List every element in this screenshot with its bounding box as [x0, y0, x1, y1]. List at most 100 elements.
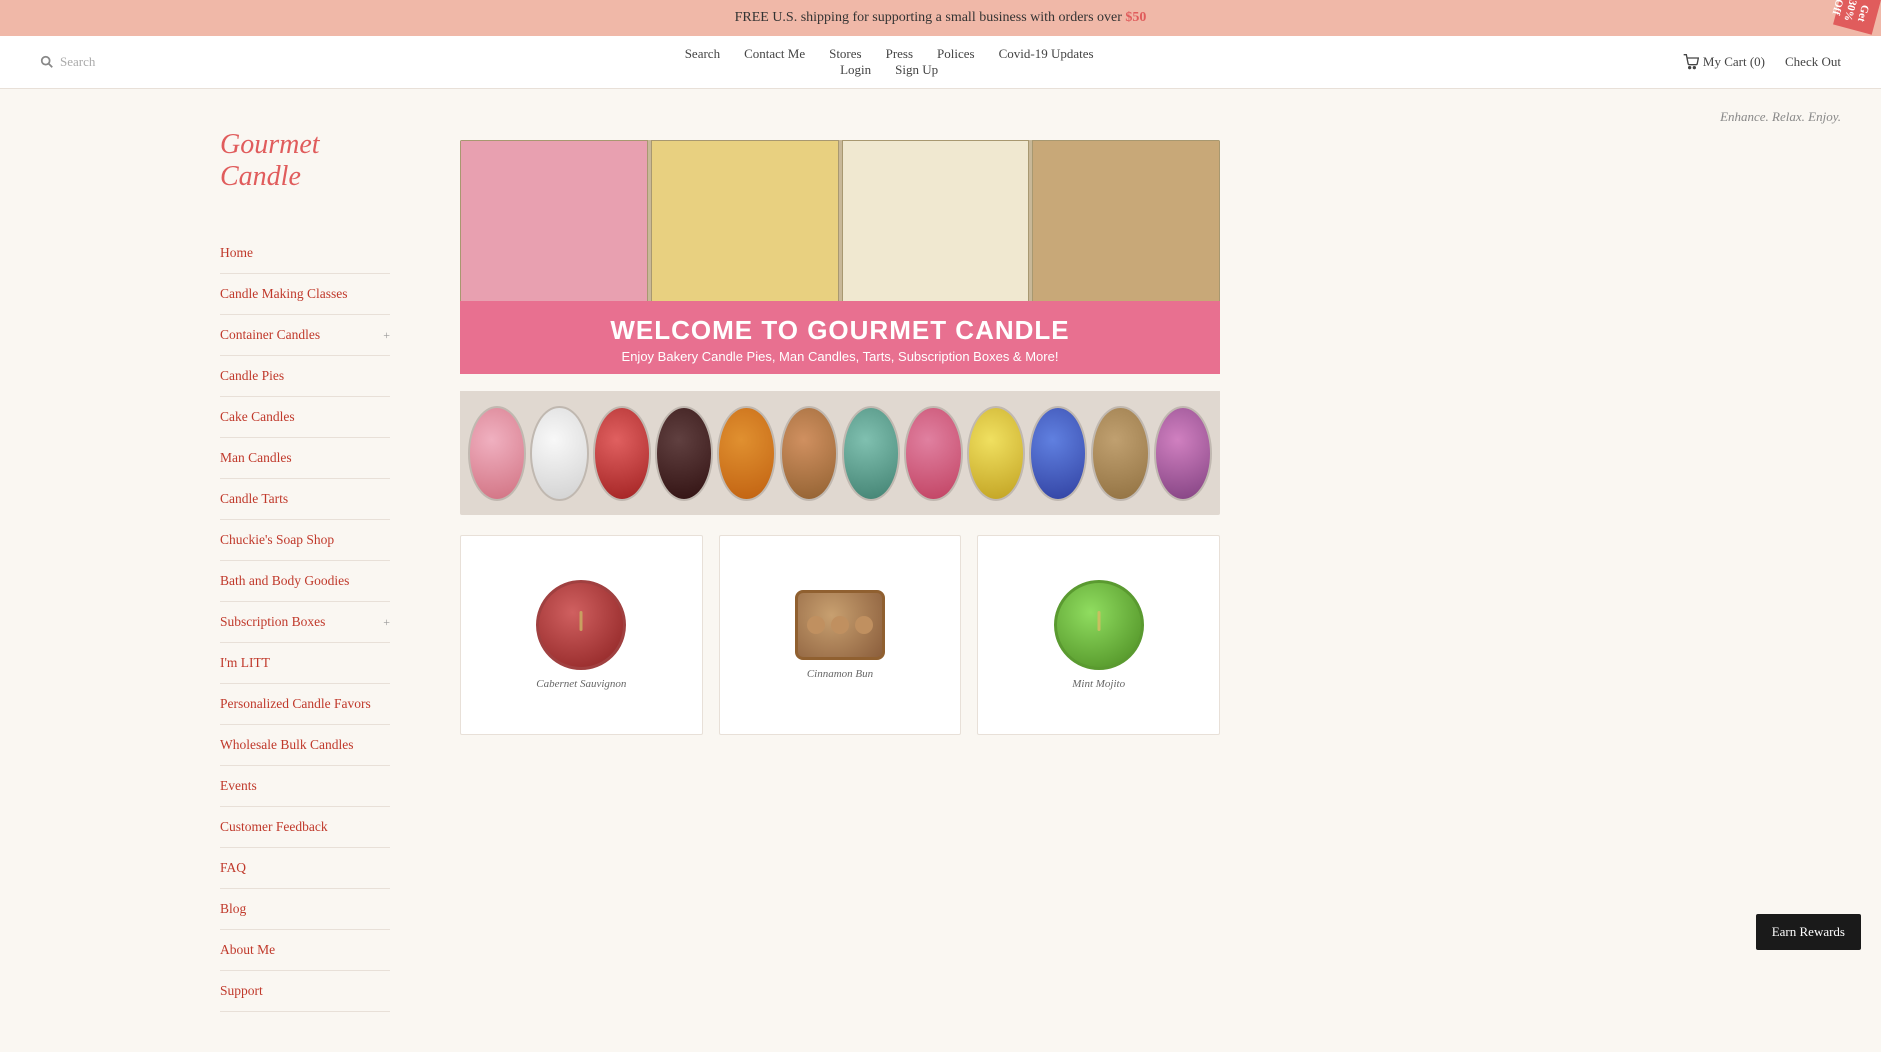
tagline: Enhance. Relax. Enjoy.	[1720, 109, 1841, 125]
sidebar-item-man-candles[interactable]: Man Candles	[220, 438, 390, 479]
sidebar-link-wholesale-bulk[interactable]: Wholesale Bulk Candles	[220, 737, 353, 753]
product-image-cinnamon: Cinnamon Bun	[720, 536, 961, 734]
cart-button[interactable]: My Cart (0)	[1683, 54, 1765, 70]
search-icon	[40, 55, 54, 69]
sidebar-link-events[interactable]: Events	[220, 778, 257, 794]
tin-4	[655, 406, 713, 501]
search-placeholder: Search	[60, 54, 95, 70]
sidebar-link-subscription-boxes[interactable]: Subscription Boxes	[220, 614, 325, 630]
sidebar-link-man-candles[interactable]: Man Candles	[220, 450, 292, 466]
sidebar-link-candle-tarts[interactable]: Candle Tarts	[220, 491, 288, 507]
sidebar: Gourmet Candle Home Candle Making Classe…	[0, 89, 430, 1052]
sidebar-item-candle-making-classes[interactable]: Candle Making Classes	[220, 274, 390, 315]
tin-10	[1029, 406, 1087, 501]
sidebar-item-im-litt[interactable]: I'm LITT	[220, 643, 390, 684]
search-bar[interactable]: Search	[40, 54, 95, 70]
sidebar-link-customer-feedback[interactable]: Customer Feedback	[220, 819, 328, 835]
banner-top-images	[460, 140, 1220, 320]
header-left: Search	[40, 54, 95, 70]
sidebar-item-bath-body[interactable]: Bath and Body Goodies	[220, 561, 390, 602]
tin-3	[593, 406, 651, 501]
tin-11	[1091, 406, 1149, 501]
sidebar-link-candle-making-classes[interactable]: Candle Making Classes	[220, 286, 348, 302]
product-card-mint[interactable]: Mint Mojito	[977, 535, 1220, 735]
header-nav: Search Contact Me Stores Press Polices C…	[685, 46, 1094, 78]
product-image-cabernet: Cabernet Sauvignon	[461, 536, 702, 734]
product-name-mint: Mint Mojito	[1072, 678, 1125, 690]
banner-cell-1	[460, 140, 648, 320]
sidebar-link-container-candles[interactable]: Container Candles	[220, 327, 320, 343]
tin-6	[780, 406, 838, 501]
sidebar-link-cake-candles[interactable]: Cake Candles	[220, 409, 295, 425]
expand-icon-subscription-boxes: +	[383, 615, 390, 630]
sidebar-item-subscription-boxes[interactable]: Subscription Boxes +	[220, 602, 390, 643]
checkout-link[interactable]: Check Out	[1785, 54, 1841, 70]
sidebar-item-faq[interactable]: FAQ	[220, 848, 390, 889]
sidebar-item-cake-candles[interactable]: Cake Candles	[220, 397, 390, 438]
nav-press[interactable]: Press	[886, 46, 913, 62]
nav-covid[interactable]: Covid-19 Updates	[999, 46, 1094, 62]
sidebar-link-blog[interactable]: Blog	[220, 901, 246, 917]
product-name-cabernet: Cabernet Sauvignon	[536, 678, 626, 690]
sidebar-link-home[interactable]: Home	[220, 245, 253, 261]
expand-icon-container-candles: +	[383, 328, 390, 343]
nav-stores[interactable]: Stores	[829, 46, 862, 62]
sidebar-link-bath-body[interactable]: Bath and Body Goodies	[220, 573, 349, 589]
sidebar-item-candle-pies[interactable]: Candle Pies	[220, 356, 390, 397]
sidebar-link-candle-pies[interactable]: Candle Pies	[220, 368, 284, 384]
sidebar-item-personalized-favors[interactable]: Personalized Candle Favors	[220, 684, 390, 725]
banner-cell-2	[651, 140, 839, 320]
banner-tin-row	[460, 391, 1220, 515]
content-area: Enhance. Relax. Enjoy. WELCOME TO GOURME…	[430, 89, 1881, 1052]
tin-5	[717, 406, 775, 501]
cart-label: My Cart (0)	[1703, 54, 1765, 70]
hero-title: WELCOME TO GOURMET CANDLE	[480, 315, 1200, 346]
main-layout: Gourmet Candle Home Candle Making Classe…	[0, 89, 1881, 1052]
sidebar-item-home[interactable]: Home	[220, 233, 390, 274]
sidebar-item-support[interactable]: Support	[220, 971, 390, 1012]
tin-12	[1154, 406, 1212, 501]
site-title: Gourmet Candle	[220, 129, 390, 193]
sidebar-link-chuckies-soap[interactable]: Chuckie's Soap Shop	[220, 532, 334, 548]
sidebar-header: Gourmet Candle	[220, 109, 390, 203]
nav-polices[interactable]: Polices	[937, 46, 975, 62]
earn-rewards-button[interactable]: Earn Rewards	[1756, 914, 1861, 950]
sidebar-link-im-litt[interactable]: I'm LITT	[220, 655, 270, 671]
sidebar-item-about-me[interactable]: About Me	[220, 930, 390, 971]
sidebar-item-container-candles[interactable]: Container Candles +	[220, 315, 390, 356]
banner-cell-3	[842, 140, 1030, 320]
sidebar-item-blog[interactable]: Blog	[220, 889, 390, 930]
sidebar-nav: Home Candle Making Classes Container Can…	[220, 233, 390, 1012]
header-nav-row1: Search Contact Me Stores Press Polices C…	[685, 46, 1094, 62]
hero-banner[interactable]: WELCOME TO GOURMET CANDLE Enjoy Bakery C…	[460, 140, 1220, 515]
corner-badge[interactable]: Get 30% Off	[1833, 0, 1881, 35]
sidebar-link-personalized-favors[interactable]: Personalized Candle Favors	[220, 696, 371, 712]
sidebar-link-support[interactable]: Support	[220, 983, 263, 999]
banner-cell-4	[1032, 140, 1220, 320]
sidebar-item-wholesale-bulk[interactable]: Wholesale Bulk Candles	[220, 725, 390, 766]
nav-search[interactable]: Search	[685, 46, 720, 62]
sidebar-item-events[interactable]: Events	[220, 766, 390, 807]
announcement-text: FREE U.S. shipping for supporting a smal…	[735, 10, 1126, 25]
nav-signup[interactable]: Sign Up	[895, 62, 938, 78]
cart-icon	[1683, 54, 1699, 70]
announcement-bar: FREE U.S. shipping for supporting a smal…	[0, 0, 1881, 36]
hero-subtitle: Enjoy Bakery Candle Pies, Man Candles, T…	[480, 349, 1200, 364]
product-grid: Cabernet Sauvignon Cinnamon	[460, 535, 1220, 735]
tin-8	[904, 406, 962, 501]
header: Search Search Contact Me Stores Press Po…	[0, 36, 1881, 89]
tin-1	[468, 406, 526, 501]
nav-login[interactable]: Login	[840, 62, 871, 78]
nav-contact[interactable]: Contact Me	[744, 46, 805, 62]
tin-9	[967, 406, 1025, 501]
sidebar-link-about-me[interactable]: About Me	[220, 942, 275, 958]
sidebar-item-candle-tarts[interactable]: Candle Tarts	[220, 479, 390, 520]
sidebar-item-customer-feedback[interactable]: Customer Feedback	[220, 807, 390, 848]
product-card-cabernet[interactable]: Cabernet Sauvignon	[460, 535, 703, 735]
announcement-price: $50	[1125, 10, 1146, 25]
header-right: My Cart (0) Check Out	[1683, 54, 1841, 70]
sidebar-link-faq[interactable]: FAQ	[220, 860, 246, 876]
product-card-cinnamon[interactable]: Cinnamon Bun	[719, 535, 962, 735]
sidebar-item-chuckies-soap[interactable]: Chuckie's Soap Shop	[220, 520, 390, 561]
product-image-mint: Mint Mojito	[978, 536, 1219, 734]
